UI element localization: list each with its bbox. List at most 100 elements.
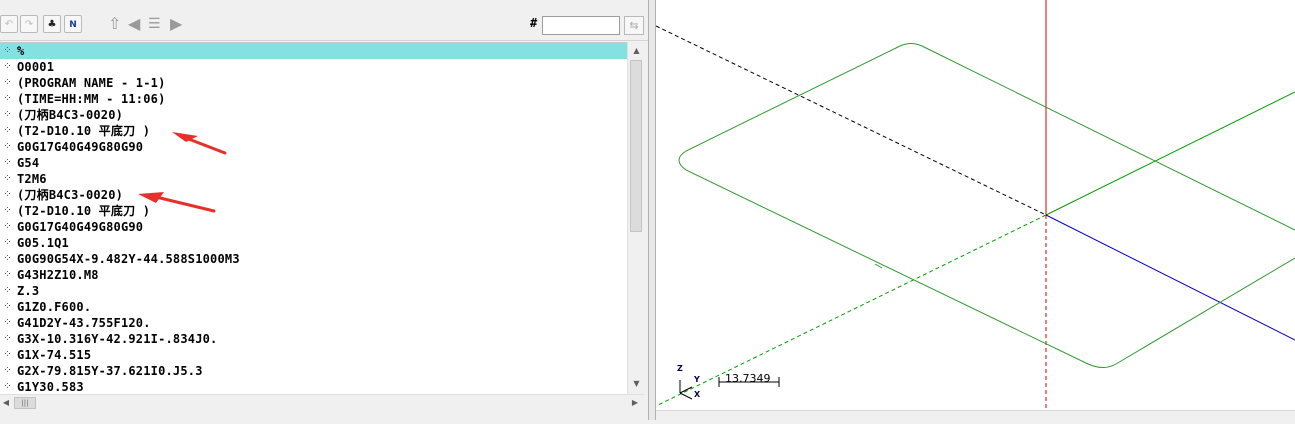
toolpath-contour bbox=[678, 43, 1295, 368]
line-marker-icon[interactable]: ⁘ bbox=[1, 268, 14, 282]
code-line-text: (刀柄B4C3-0020) bbox=[17, 188, 124, 202]
triad-y-stem bbox=[679, 386, 693, 394]
scroll-up-icon[interactable]: ▲ bbox=[628, 44, 645, 58]
code-line-text: G3X-10.316Y-42.921I-.834J0. bbox=[17, 332, 218, 346]
code-line[interactable]: ⁘ G43H2Z10.M8 bbox=[0, 267, 627, 283]
line-marker-icon[interactable]: ⁘ bbox=[1, 300, 14, 314]
scale-value: 13.7349 bbox=[725, 372, 771, 385]
line-marker-icon[interactable]: ⁘ bbox=[1, 220, 14, 234]
code-line-text: (刀柄B4C3-0020) bbox=[17, 108, 124, 122]
line-marker-icon[interactable]: ⁘ bbox=[1, 348, 14, 362]
code-line[interactable]: ⁘ G1Y30.583 bbox=[0, 379, 627, 395]
horizontal-scroll-thumb[interactable]: ||| bbox=[14, 397, 36, 409]
line-marker-icon[interactable]: ⁘ bbox=[1, 172, 14, 186]
code-line[interactable]: ⁘ G05.1Q1 bbox=[0, 235, 627, 251]
viewport-canvas bbox=[655, 0, 1295, 410]
code-line-text: G1Z0.F600. bbox=[17, 300, 92, 314]
code-line[interactable]: ⁘ (刀柄B4C3-0020) bbox=[0, 107, 627, 123]
undo-icon: ↶ bbox=[4, 19, 14, 30]
code-line[interactable]: ⁘ G54 bbox=[0, 155, 627, 171]
scroll-right-icon[interactable]: ▶ bbox=[628, 396, 642, 410]
goto-line-button[interactable]: ⇆ bbox=[624, 16, 644, 35]
code-line-text: (PROGRAM NAME - 1-1) bbox=[17, 76, 166, 90]
code-line-text: G0G90G54X-9.482Y-44.588S1000M3 bbox=[17, 252, 240, 266]
y-axis-neg-line bbox=[655, 214, 1047, 407]
line-marker-icon[interactable]: ⁘ bbox=[1, 124, 14, 138]
binoculars-icon: ♣ bbox=[47, 19, 57, 30]
code-line[interactable]: ⁘ (T2-D10.10 平底刀 ) bbox=[0, 203, 627, 219]
code-line[interactable]: ⁘ G0G90G54X-9.482Y-44.588S1000M3 bbox=[0, 251, 627, 267]
code-line[interactable]: ⁘ (TIME=HH:MM - 11:06) bbox=[0, 91, 627, 107]
triad-x-stem bbox=[679, 392, 693, 400]
code-line-text: (T2-D10.10 平底刀 ) bbox=[17, 204, 151, 218]
line-marker-icon[interactable]: ⁘ bbox=[1, 156, 14, 170]
undo-button[interactable]: ↶ bbox=[0, 15, 18, 33]
code-line[interactable]: ⁘ G41D2Y-43.755F120. bbox=[0, 315, 627, 331]
graphics-viewport[interactable] bbox=[655, 0, 1295, 420]
code-line[interactable]: ⁘ (刀柄B4C3-0020) bbox=[0, 187, 627, 203]
code-line[interactable]: ⁘ O0001 bbox=[0, 59, 627, 75]
dashed-reference-line bbox=[655, 25, 1047, 216]
code-area[interactable]: ⁘% ⁘ O0001 ⁘ (PROGRAM NAME - 1-1) ⁘ (TIME=HH:M… bbox=[0, 42, 627, 395]
right-arrow-icon[interactable]: ▶ bbox=[170, 15, 182, 33]
code-line[interactable]: ⁘ G1X-74.515 bbox=[0, 347, 627, 363]
code-line[interactable]: ⁘ T2M6 bbox=[0, 171, 627, 187]
renumber-button[interactable]: N bbox=[64, 15, 82, 33]
code-line-text: G0G17G40G49G80G90 bbox=[17, 220, 144, 234]
code-line-text: G41D2Y-43.755F120. bbox=[17, 316, 151, 330]
line-marker-icon[interactable]: ⁘ bbox=[1, 92, 14, 106]
triad-z-label: Z bbox=[677, 364, 683, 373]
code-line-text: O0001 bbox=[17, 60, 55, 74]
line-number-label: # bbox=[530, 16, 538, 30]
code-line-text: G0G17G40G49G80G90 bbox=[17, 140, 144, 154]
code-line-text: G54 bbox=[17, 156, 40, 170]
line-marker-icon[interactable]: ⁘ bbox=[1, 108, 14, 122]
code-line[interactable]: ⁘ G1Z0.F600. bbox=[0, 299, 627, 315]
vertical-scroll-thumb[interactable] bbox=[630, 60, 642, 232]
scroll-left-icon[interactable]: ◀ bbox=[0, 396, 12, 410]
code-line-text: (T2-D10.10 平底刀 ) bbox=[17, 124, 151, 138]
code-line[interactable]: ⁘ G0G17G40G49G80G90 bbox=[0, 139, 627, 155]
line-marker-icon[interactable]: ⁘ bbox=[1, 284, 14, 298]
list-icon[interactable]: ☰ bbox=[148, 15, 161, 33]
code-line-text: Z.3 bbox=[17, 284, 40, 298]
code-line-text: T2M6 bbox=[17, 172, 47, 186]
panel-splitter[interactable] bbox=[648, 0, 656, 420]
line-marker-icon[interactable]: ⁘ bbox=[1, 76, 14, 90]
editor-toolbar: ↶ ↷ ♣ N ⇧ ◀ ☰ ▶ # ⇆ bbox=[0, 0, 648, 41]
viewport-status-strip bbox=[656, 410, 1295, 421]
line-marker-icon[interactable]: ⁘ bbox=[1, 44, 14, 58]
triad-y-label: Y bbox=[694, 375, 700, 384]
code-line[interactable]: ⁘ Z.3 bbox=[0, 283, 627, 299]
find-button[interactable]: ♣ bbox=[43, 15, 61, 33]
line-marker-icon[interactable]: ⁘ bbox=[1, 236, 14, 250]
horizontal-scrollbar[interactable]: ◀ ||| ▶ bbox=[0, 394, 644, 411]
code-line[interactable]: ⁘ (T2-D10.10 平底刀 ) bbox=[0, 123, 627, 139]
vertical-scrollbar[interactable]: ▲ ▼ bbox=[627, 42, 645, 394]
line-marker-icon[interactable]: ⁘ bbox=[1, 332, 14, 346]
scroll-down-icon[interactable]: ▼ bbox=[628, 377, 645, 391]
line-marker-icon[interactable]: ⁘ bbox=[1, 204, 14, 218]
code-line[interactable]: ⁘% bbox=[0, 43, 627, 59]
code-line[interactable]: ⁘ G0G17G40G49G80G90 bbox=[0, 219, 627, 235]
line-marker-icon[interactable]: ⁘ bbox=[1, 252, 14, 266]
code-line[interactable]: ⁘ (PROGRAM NAME - 1-1) bbox=[0, 75, 627, 91]
code-line-text: G1X-74.515 bbox=[17, 348, 92, 362]
code-line[interactable]: ⁘ G3X-10.316Y-42.921I-.834J0. bbox=[0, 331, 627, 347]
line-marker-icon[interactable]: ⁘ bbox=[1, 316, 14, 330]
line-marker-icon[interactable]: ⁘ bbox=[1, 188, 14, 202]
line-marker-icon[interactable]: ⁘ bbox=[1, 60, 14, 74]
code-line[interactable]: ⁘ G2X-79.815Y-37.621I0.J5.3 bbox=[0, 363, 627, 379]
up-arrow-icon[interactable]: ⇧ bbox=[108, 15, 121, 33]
line-marker-icon[interactable]: ⁘ bbox=[1, 140, 14, 154]
swap-arrows-icon: ⇆ bbox=[629, 19, 639, 32]
line-number-input[interactable] bbox=[542, 16, 620, 35]
line-marker-icon[interactable]: ⁘ bbox=[1, 380, 14, 394]
code-line-text: G05.1Q1 bbox=[17, 236, 69, 250]
line-marker-icon[interactable]: ⁘ bbox=[1, 364, 14, 378]
triad-x-label: X bbox=[694, 390, 701, 399]
nc-editor-panel: ↶ ↷ ♣ N ⇧ ◀ ☰ ▶ # ⇆ ⁘% ⁘ O0001 ⁘ (PROGRAM NA… bbox=[0, 0, 648, 420]
redo-button[interactable]: ↷ bbox=[20, 15, 38, 33]
code-line-text: G1Y30.583 bbox=[17, 380, 84, 394]
left-arrow-icon[interactable]: ◀ bbox=[128, 15, 140, 33]
